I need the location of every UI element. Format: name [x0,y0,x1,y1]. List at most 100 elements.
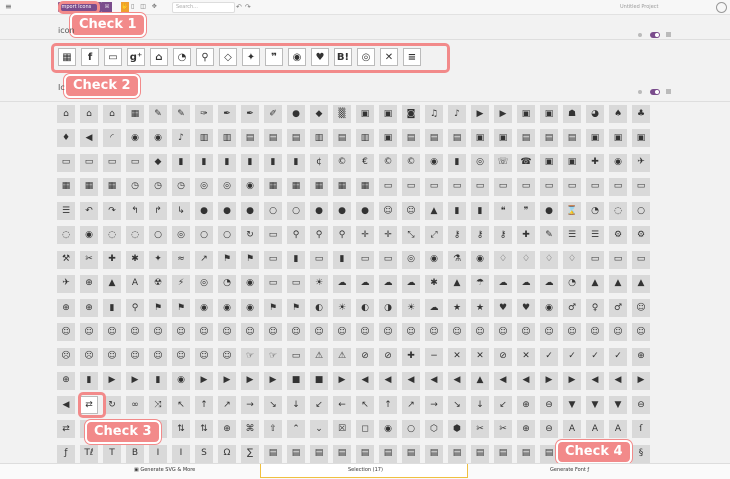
grid-icon[interactable]: ↗ [218,396,236,415]
grid-icon[interactable]: ▶ [264,371,282,390]
grid-icon[interactable]: ▭ [310,250,328,269]
grid-icon[interactable]: ▮ [333,250,351,269]
grid-icon[interactable]: ◆ [310,105,328,123]
grid-icon[interactable]: ▶ [540,371,558,390]
grid-icon[interactable]: ✓ [540,347,558,366]
grid-icon[interactable]: ✛ [356,226,374,245]
grid-icon[interactable]: ▤ [356,444,374,463]
grid-icon[interactable]: ▲ [632,274,650,293]
grid-icon[interactable]: ▭ [540,177,558,196]
grid-icon[interactable]: ⊘ [379,347,397,366]
grid-icon[interactable]: ⌛ [563,202,581,221]
grid-icon[interactable]: ▶ [494,105,512,123]
grid-icon[interactable]: ▣ [379,105,397,123]
grid-icon[interactable]: § [632,444,650,463]
grid-icon[interactable]: ▣ [494,129,512,148]
grid-icon[interactable]: ☺ [333,323,351,342]
grid-icon[interactable]: ☁ [402,274,420,293]
grid-icon[interactable]: → [241,396,259,415]
grid-icon[interactable]: ◎ [471,153,489,172]
grid-icon[interactable]: ↻ [241,226,259,245]
grid-icon[interactable]: ⚑ [172,299,190,318]
grid-icon[interactable]: ♪ [448,105,466,123]
grid-icon[interactable]: ▒ [333,105,351,123]
grid-icon[interactable]: ◔ [586,202,604,221]
grid-icon[interactable]: ▣ [379,129,397,148]
grid-icon[interactable]: ▦ [356,177,374,196]
select-tool-icon[interactable]: ✋ [121,2,129,12]
grid-icon[interactable]: ☺ [172,347,190,366]
grid-icon[interactable]: Ω [218,444,236,463]
grid-icon[interactable]: ◉ [126,129,144,148]
grid-icon[interactable]: ♥ [517,299,535,318]
grid-icon[interactable]: ♢ [563,250,581,269]
grid-icon[interactable]: ✕ [517,347,535,366]
grid-icon[interactable]: ❝ [494,202,512,221]
grid-icon[interactable]: ▭ [632,177,650,196]
menu-icon[interactable]: ≡ [5,2,15,12]
grid-icon[interactable]: ⚑ [264,299,282,318]
grid-icon[interactable]: ⚑ [241,250,259,269]
grid-icon[interactable]: ● [356,202,374,221]
grid-icon[interactable]: ⌂ [103,105,121,123]
grid-icon[interactable]: ☺ [264,323,282,342]
grid-icon[interactable]: ⚷ [448,226,466,245]
grid-icon[interactable]: ▣ [586,129,604,148]
grid-icon[interactable]: ⚑ [287,299,305,318]
grid-icon[interactable]: ✕ [448,347,466,366]
grid-icon[interactable]: ☺ [80,323,98,342]
grid-icon[interactable]: ♢ [517,250,535,269]
grid-icon[interactable]: ◀ [586,371,604,390]
grid-icon[interactable]: ▮ [195,153,213,172]
grid-icon[interactable]: ▤ [264,444,282,463]
grid-icon[interactable]: ▤ [494,444,512,463]
grid-icon[interactable]: ▤ [471,444,489,463]
grid-icon[interactable]: ▤ [264,129,282,148]
undo-redo-icons[interactable]: ↶↷ [236,2,258,12]
grid-icon[interactable]: ✒ [218,105,236,123]
grid-icon[interactable]: ◀ [494,371,512,390]
grid-icon[interactable]: ▣ [471,129,489,148]
grid-icon[interactable]: ▶ [103,371,121,390]
grid-icon[interactable]: ↶ [80,202,98,221]
grid-icon[interactable]: ▤ [241,129,259,148]
grid-icon[interactable]: ⊘ [494,347,512,366]
grid-icon[interactable]: ▮ [287,250,305,269]
grid-icon[interactable]: ◉ [149,129,167,148]
grid-icon[interactable]: ☀ [333,299,351,318]
grid-icon[interactable]: ☂ [471,274,489,293]
grid-icon[interactable]: ✂ [80,250,98,269]
close-icon[interactable]: ✕ [380,48,398,66]
grid-icon[interactable]: ☺ [195,347,213,366]
grid-icon[interactable]: ∑ [241,444,259,463]
grid-icon[interactable]: ☁ [379,274,397,293]
grid-icon[interactable]: ⊖ [632,396,650,415]
grid-icon[interactable]: ▮ [149,371,167,390]
grid-icon[interactable]: ☺ [218,323,236,342]
grid-icon[interactable]: ▭ [609,250,627,269]
google-plus-icon[interactable]: g⁺ [127,48,145,66]
grid-icon[interactable]: ☁ [333,274,351,293]
grid-icon[interactable]: ▭ [264,250,282,269]
pocket-icon[interactable]: ♥ [311,48,329,66]
grid-icon[interactable]: ▦ [264,177,282,196]
grid-icon[interactable]: ◔ [563,274,581,293]
grid-icon[interactable]: ▤ [310,444,328,463]
grid-icon[interactable]: ◀ [356,371,374,390]
grid-icon[interactable]: ⚙ [609,226,627,245]
grid-icon[interactable]: ▶ [241,371,259,390]
grid-icon[interactable]: ▥ [195,129,213,148]
grid-icon[interactable]: ↗ [402,396,420,415]
grid-icon[interactable]: ◀ [517,371,535,390]
grid-icon[interactable]: ⌂ [80,105,98,123]
grid-icon[interactable]: ▤ [517,129,535,148]
grid-icon[interactable]: ♪ [172,129,190,148]
grid-icon[interactable]: ⬡ [425,420,443,439]
grid-icon[interactable]: ✎ [172,105,190,123]
grid-icon[interactable]: ☺ [425,323,443,342]
grid-icon[interactable]: ▭ [402,177,420,196]
grid-icon[interactable]: ◉ [195,299,213,318]
grid-icon[interactable]: ♀ [586,299,604,318]
grid-icon[interactable]: ♠ [609,105,627,123]
grid-icon[interactable]: ☺ [241,323,259,342]
